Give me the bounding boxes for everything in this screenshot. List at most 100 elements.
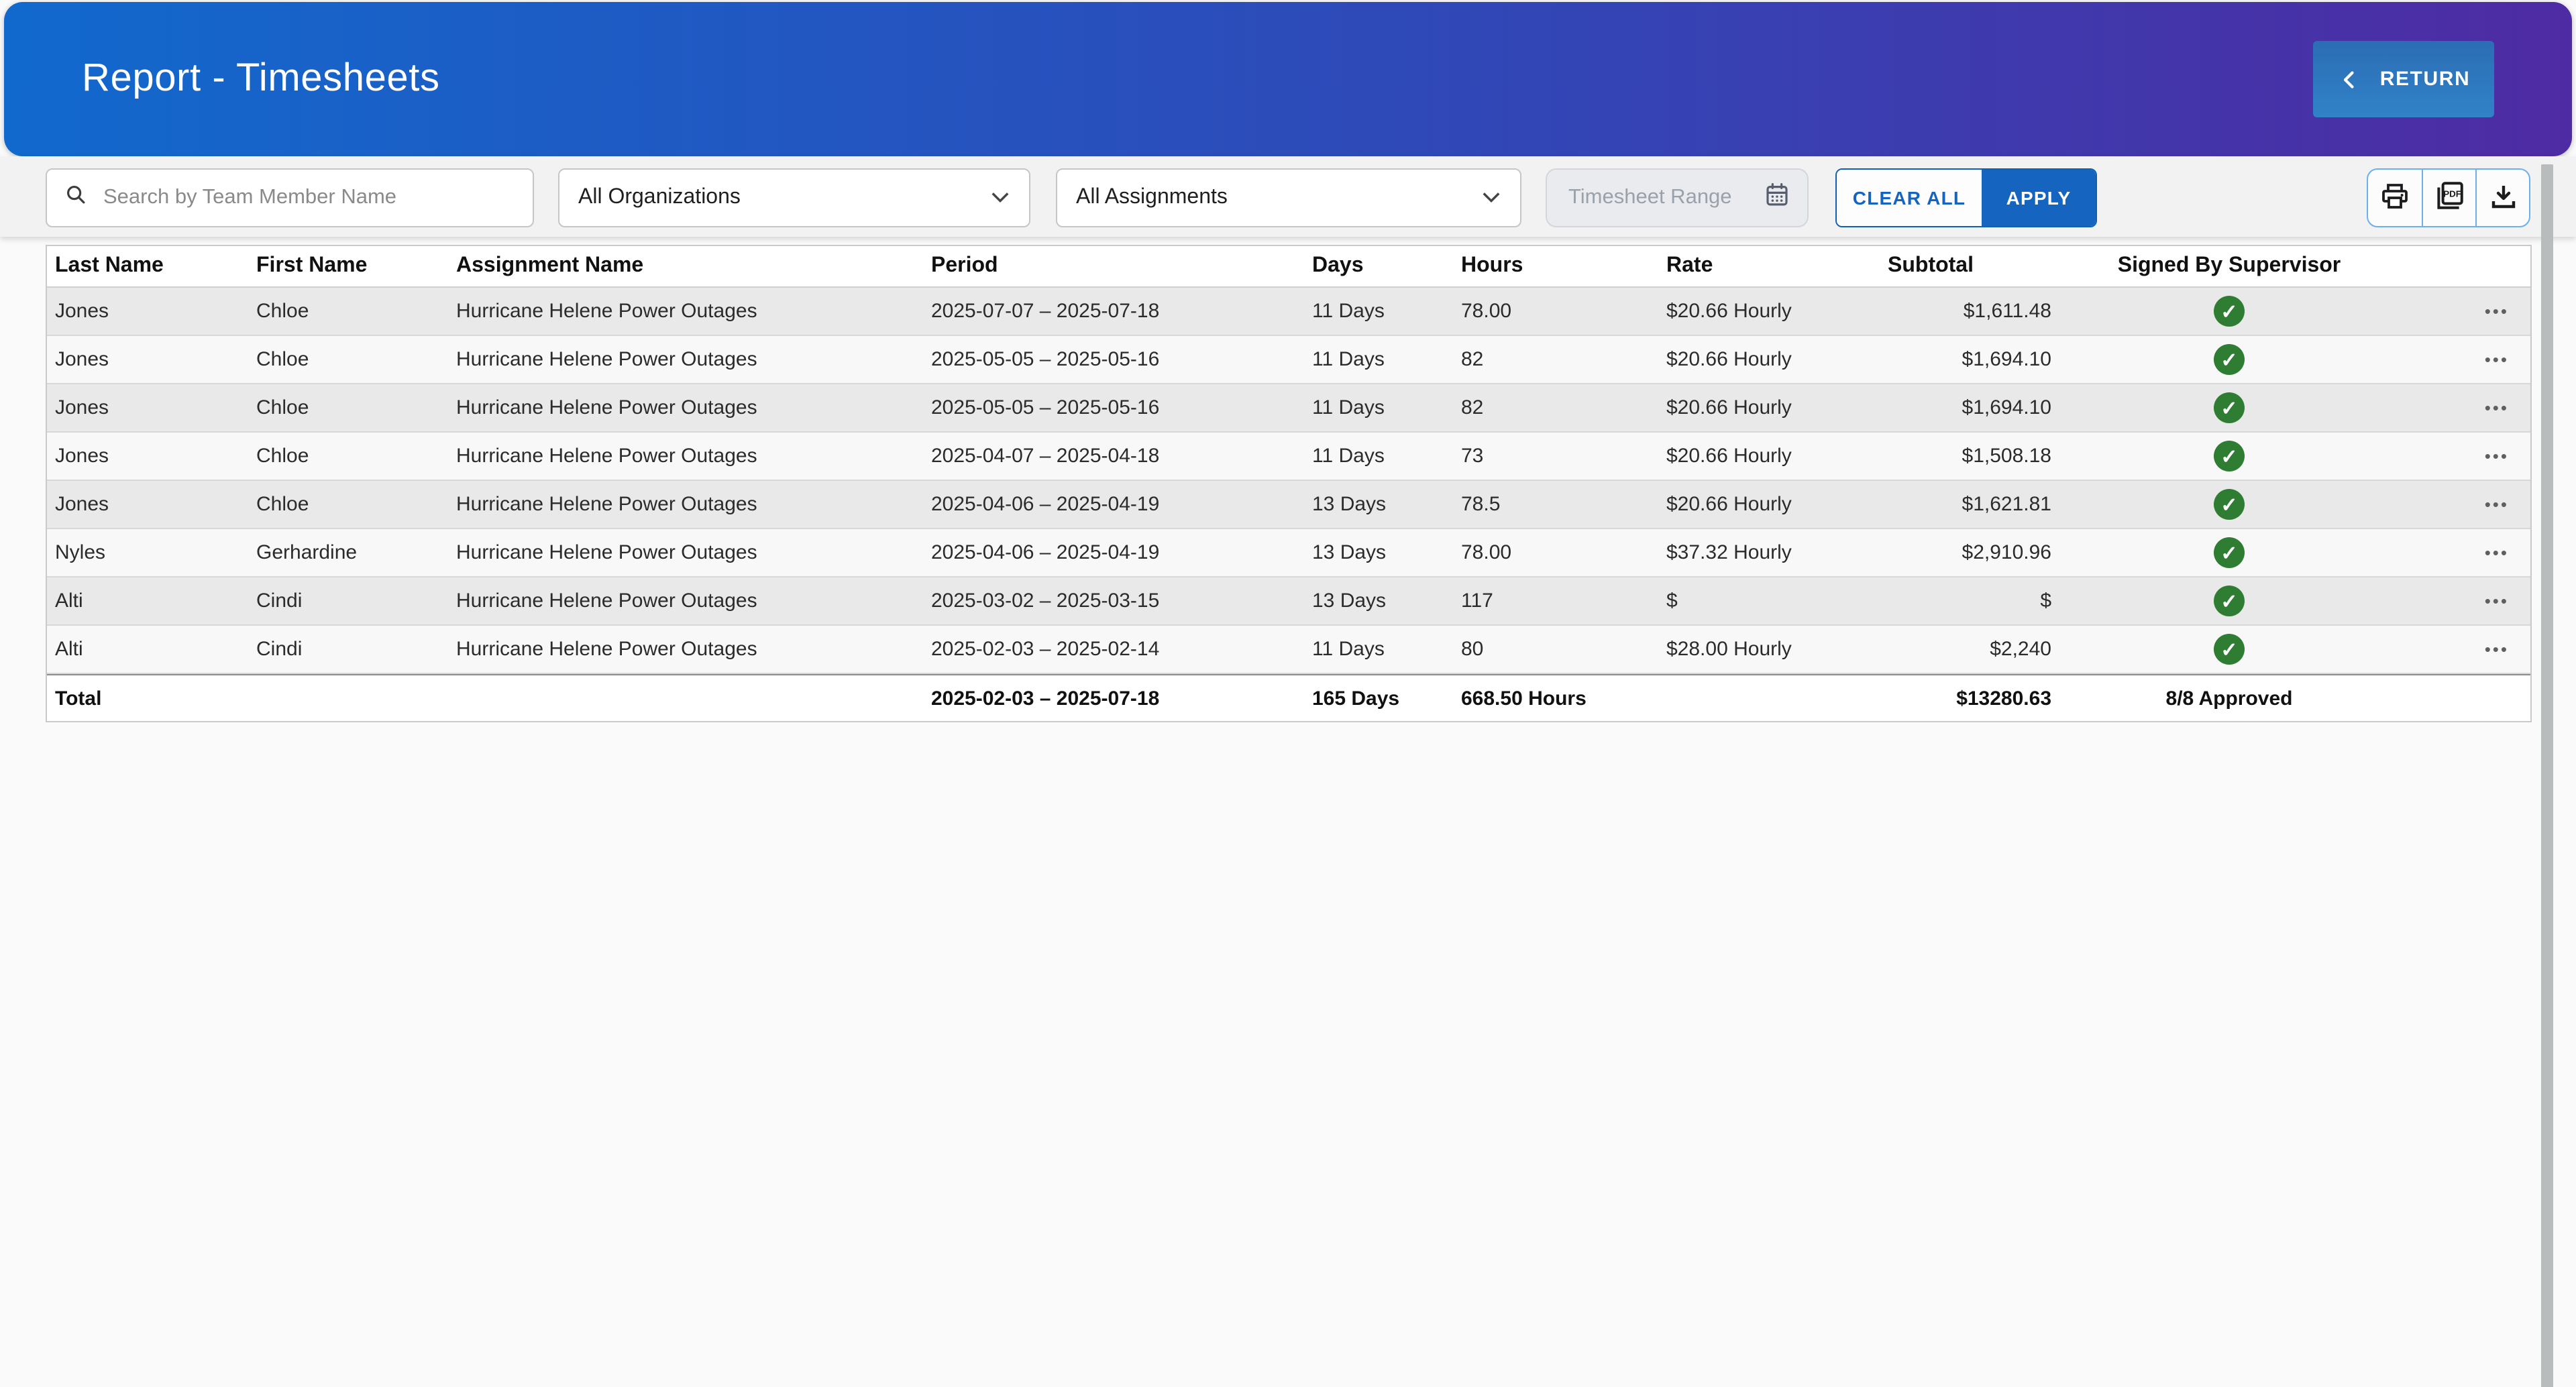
row-actions-menu-icon[interactable]: ••• <box>2485 591 2509 611</box>
timesheets-table: Last Name First Name Assignment Name Per… <box>46 245 2532 722</box>
col-header-subtotal: Subtotal <box>1880 254 2054 278</box>
cell-subtotal: $1,694.10 <box>1880 396 2054 419</box>
approved-check-icon: ✓ <box>2214 441 2245 471</box>
return-button[interactable]: RETURN <box>2313 41 2494 117</box>
cell-period: 2025-02-03 – 2025-02-14 <box>923 638 1304 661</box>
timesheet-row: Jones Chloe Hurricane Helene Power Outag… <box>47 433 2530 481</box>
search-input[interactable] <box>101 184 517 211</box>
search-team-member-field <box>46 168 534 227</box>
cell-period: 2025-05-05 – 2025-05-16 <box>923 396 1304 419</box>
cell-signed: ✓ <box>2054 392 2404 423</box>
approved-check-icon: ✓ <box>2214 489 2245 520</box>
filter-toolbar: All Organizations All Assignments Timesh… <box>0 156 2576 237</box>
table-total-row: Total 2025-02-03 – 2025-07-18 165 Days 6… <box>47 674 2530 721</box>
cell-signed: ✓ <box>2054 586 2404 616</box>
approved-check-icon: ✓ <box>2214 634 2245 665</box>
total-subtotal: $13280.63 <box>1880 687 2054 710</box>
cell-assignment: Hurricane Helene Power Outages <box>448 300 923 323</box>
cell-hours: 82 <box>1453 348 1658 371</box>
cell-first-name: Chloe <box>248 445 448 467</box>
cell-rate: $37.32 Hourly <box>1658 541 1880 564</box>
row-actions-menu-icon[interactable]: ••• <box>2485 301 2509 321</box>
row-actions-menu-icon[interactable]: ••• <box>2485 446 2509 466</box>
col-header-assignment: Assignment Name <box>448 254 923 278</box>
svg-text:PDF: PDF <box>2443 188 2461 199</box>
cell-hours: 73 <box>1453 445 1658 467</box>
total-days: 165 Days <box>1304 687 1453 710</box>
total-hours: 668.50 Hours <box>1453 687 1658 710</box>
cell-last-name: Alti <box>47 638 248 661</box>
cell-hours: 78.00 <box>1453 300 1658 323</box>
col-header-last-name: Last Name <box>47 254 248 278</box>
row-actions-menu-icon[interactable]: ••• <box>2485 398 2509 418</box>
cell-actions: ••• <box>2404 396 2530 419</box>
cell-days: 13 Days <box>1304 590 1453 612</box>
apply-button[interactable]: APPLY <box>1982 170 2096 226</box>
page-header: Report - Timesheets RETURN <box>4 2 2572 156</box>
timesheet-range-field[interactable]: Timesheet Range <box>1546 168 1809 227</box>
cell-actions: ••• <box>2404 638 2530 661</box>
cell-last-name: Nyles <box>47 541 248 564</box>
timesheet-row: Jones Chloe Hurricane Helene Power Outag… <box>47 384 2530 433</box>
cell-rate: $28.00 Hourly <box>1658 638 1880 661</box>
cell-subtotal: $1,611.48 <box>1880 300 2054 323</box>
cell-subtotal: $1,694.10 <box>1880 348 2054 371</box>
cell-subtotal: $ <box>1880 590 2054 612</box>
report-timesheets-page: Report - Timesheets RETURN All Organizat… <box>0 2 2576 1387</box>
cell-rate: $20.66 Hourly <box>1658 300 1880 323</box>
cell-last-name: Alti <box>47 590 248 612</box>
cell-assignment: Hurricane Helene Power Outages <box>448 590 923 612</box>
total-approved: 8/8 Approved <box>2054 687 2404 710</box>
row-actions-menu-icon[interactable]: ••• <box>2485 639 2509 659</box>
clear-all-button[interactable]: CLEAR ALL <box>1837 170 1982 226</box>
cell-actions: ••• <box>2404 590 2530 612</box>
print-icon <box>2379 180 2411 216</box>
cell-days: 13 Days <box>1304 541 1453 564</box>
cell-hours: 78.5 <box>1453 493 1658 516</box>
calendar-icon <box>1763 180 1791 215</box>
cell-actions: ••• <box>2404 493 2530 516</box>
cell-subtotal: $1,508.18 <box>1880 445 2054 467</box>
chevron-left-icon <box>2337 67 2361 91</box>
cell-rate: $20.66 Hourly <box>1658 445 1880 467</box>
assignments-select[interactable]: All Assignments <box>1056 168 1521 227</box>
chevron-down-icon <box>1481 186 1501 210</box>
timesheet-row: Alti Cindi Hurricane Helene Power Outage… <box>47 626 2530 674</box>
col-header-days: Days <box>1304 254 1453 278</box>
cell-rate: $ <box>1658 590 1880 612</box>
export-pdf-button[interactable]: PDF <box>2422 170 2475 226</box>
cell-period: 2025-05-05 – 2025-05-16 <box>923 348 1304 371</box>
cell-assignment: Hurricane Helene Power Outages <box>448 493 923 516</box>
print-button[interactable] <box>2368 170 2422 226</box>
cell-period: 2025-04-06 – 2025-04-19 <box>923 493 1304 516</box>
timesheet-row: Jones Chloe Hurricane Helene Power Outag… <box>47 288 2530 336</box>
col-header-period: Period <box>923 254 1304 278</box>
cell-hours: 82 <box>1453 396 1658 419</box>
total-period: 2025-02-03 – 2025-07-18 <box>923 687 1304 710</box>
organizations-select[interactable]: All Organizations <box>558 168 1030 227</box>
export-buttons-group: PDF <box>2367 168 2530 227</box>
timesheet-row: Jones Chloe Hurricane Helene Power Outag… <box>47 481 2530 529</box>
cell-period: 2025-04-06 – 2025-04-19 <box>923 541 1304 564</box>
row-actions-menu-icon[interactable]: ••• <box>2485 543 2509 563</box>
timesheet-row: Jones Chloe Hurricane Helene Power Outag… <box>47 336 2530 384</box>
cell-actions: ••• <box>2404 541 2530 564</box>
cell-actions: ••• <box>2404 445 2530 467</box>
approved-check-icon: ✓ <box>2214 344 2245 375</box>
row-actions-menu-icon[interactable]: ••• <box>2485 494 2509 514</box>
cell-last-name: Jones <box>47 445 248 467</box>
cell-hours: 78.00 <box>1453 541 1658 564</box>
timesheet-row: Nyles Gerhardine Hurricane Helene Power … <box>47 529 2530 577</box>
cell-signed: ✓ <box>2054 344 2404 375</box>
download-button[interactable] <box>2475 170 2529 226</box>
cell-rate: $20.66 Hourly <box>1658 493 1880 516</box>
row-actions-menu-icon[interactable]: ••• <box>2485 349 2509 370</box>
cell-signed: ✓ <box>2054 296 2404 327</box>
cell-last-name: Jones <box>47 493 248 516</box>
cell-first-name: Chloe <box>248 300 448 323</box>
cell-subtotal: $1,621.81 <box>1880 493 2054 516</box>
timesheet-row: Alti Cindi Hurricane Helene Power Outage… <box>47 577 2530 626</box>
cell-days: 11 Days <box>1304 300 1453 323</box>
vertical-scrollbar[interactable] <box>2541 164 2553 1387</box>
approved-check-icon: ✓ <box>2214 537 2245 568</box>
